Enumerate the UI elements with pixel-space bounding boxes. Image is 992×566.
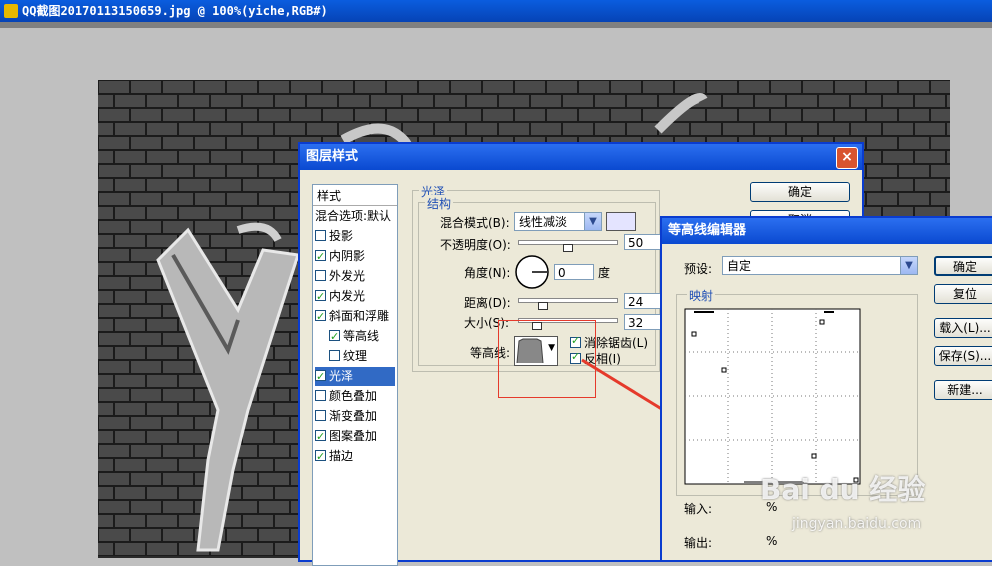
contour-new-button[interactable]: 新建... (934, 380, 992, 400)
input-label: 输入: (684, 502, 713, 516)
preset-value: 自定 (727, 259, 752, 273)
contour-ok-button[interactable]: 确定 (934, 256, 992, 276)
contour-save-button[interactable]: 保存(S)... (934, 346, 992, 366)
contour-editor-dialog: 等高线编辑器 预设: 自定 ▼ 确定 复位 载入(L)... 保存(S)... … (660, 216, 992, 562)
baidu-watermark-logo: Bai du 经验 (760, 473, 926, 506)
output-value: % (766, 534, 778, 548)
contour-editor-titlebar[interactable]: 等高线编辑器 (662, 218, 992, 244)
contour-reset-button[interactable]: 复位 (934, 284, 992, 304)
contour-editor-title: 等高线编辑器 (668, 223, 747, 238)
contour-load-button[interactable]: 载入(L)... (934, 318, 992, 338)
chevron-down-icon: ▼ (900, 257, 917, 274)
mapping-title: 映射 (687, 287, 716, 304)
contour-graph[interactable] (684, 308, 862, 486)
baidu-watermark-url: jingyan.baidu.com (792, 516, 922, 532)
output-label: 输出: (684, 536, 713, 550)
preset-select[interactable]: 自定 ▼ (722, 256, 918, 275)
preset-label: 预设: (684, 262, 713, 276)
